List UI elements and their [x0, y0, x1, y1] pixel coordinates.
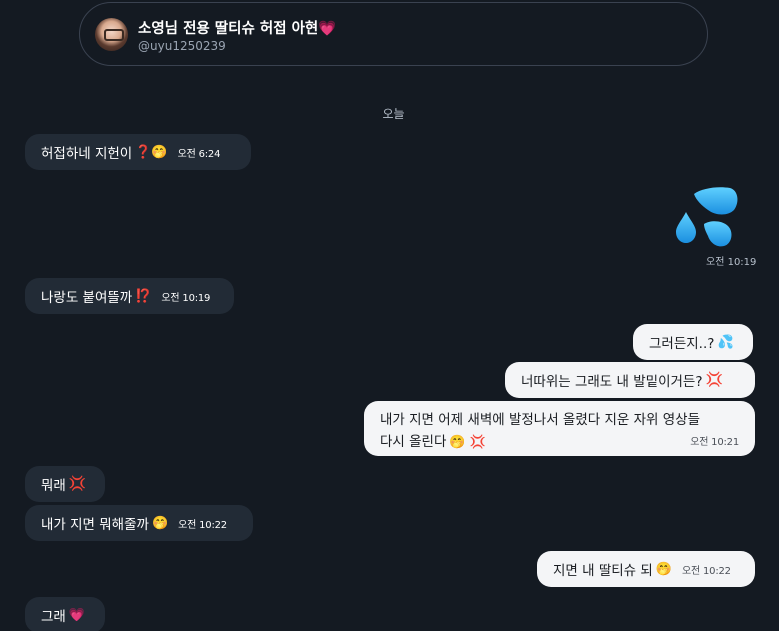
date-separator: 오늘: [382, 107, 405, 121]
message-time: 오전 6:24: [177, 148, 221, 160]
face-and-anger-icon: 🤭 💢: [449, 435, 486, 450]
sweat-drops-icon: 💦: [717, 334, 734, 350]
message-bubble-incoming[interactable]: 내가 지면 뭐해줄까 🤭 오전 10:22: [25, 505, 253, 541]
message-text: 그러든지..?: [649, 336, 715, 352]
message-text-line-1: 내가 지면 어제 새벽에 발정나서 올렸다 지운 자위 영상들: [380, 412, 700, 428]
message-bubble-outgoing[interactable]: 지면 내 딸티슈 되 🤭 오전 10:22: [537, 551, 755, 587]
message-text: 너따위는 그래도 내 발밑이거든?: [521, 374, 703, 390]
face-icon: 🤭: [151, 515, 169, 531]
heart-icon: 💗: [318, 21, 337, 37]
message-text: 그래: [41, 609, 66, 625]
chat-header[interactable]: 소영님 전용 딸티슈 허접 아현💗 @uyu1250239: [79, 2, 708, 66]
message-bubble-incoming[interactable]: 그래 💗: [25, 597, 105, 631]
message-bubble-outgoing[interactable]: 너따위는 그래도 내 발밑이거든? 💢: [505, 362, 755, 398]
heart-icon: 💗: [68, 607, 86, 623]
chat-title-text: 소영님 전용 딸티슈 허접 아현: [138, 21, 319, 37]
anger-icon: 💢: [705, 372, 723, 388]
message-bubble-incoming[interactable]: 뭐래 💢: [25, 466, 105, 502]
message-text: 지면 내 딸티슈 되: [553, 563, 653, 579]
message-text-line-2: 다시 올린다: [380, 434, 447, 450]
question-and-face-icon: ❓🤭: [135, 144, 168, 160]
face-icon: 🤭: [655, 561, 673, 577]
message-time: 오전 10:22: [682, 565, 731, 577]
chat-title: 소영님 전용 딸티슈 허접 아현💗: [138, 17, 336, 38]
anger-icon: 💢: [68, 476, 87, 492]
message-bubble-outgoing[interactable]: 내가 지면 어제 새벽에 발정나서 올렸다 지운 자위 영상들 다시 올린다 🤭 …: [364, 401, 755, 456]
avatar[interactable]: [95, 18, 128, 51]
message-text: 뭐래: [41, 478, 66, 494]
message-text: 허접하네 지헌이: [41, 146, 133, 162]
message-time: 오전 10:22: [178, 519, 227, 531]
message-bubble-incoming[interactable]: 허접하네 지헌이 ❓🤭 오전 6:24: [25, 134, 251, 170]
message-text: 내가 지면 뭐해줄까: [41, 517, 149, 533]
message-text: 나랑도 붙여뜰까: [41, 290, 133, 306]
message-time: 오전 10:19: [706, 257, 757, 268]
sweat-drops-sticker[interactable]: [672, 186, 744, 250]
exclamation-question-icon: ⁉️: [135, 288, 152, 304]
sweat-drops-icon: [676, 187, 738, 247]
message-time: 오전 10:19: [161, 292, 211, 304]
message-time: 오전 10:21: [690, 436, 739, 448]
chat-handle: @uyu1250239: [138, 39, 226, 53]
message-bubble-incoming[interactable]: 나랑도 붙여뜰까 ⁉️ 오전 10:19: [25, 278, 234, 314]
message-bubble-outgoing[interactable]: 그러든지..? 💦: [633, 324, 753, 360]
